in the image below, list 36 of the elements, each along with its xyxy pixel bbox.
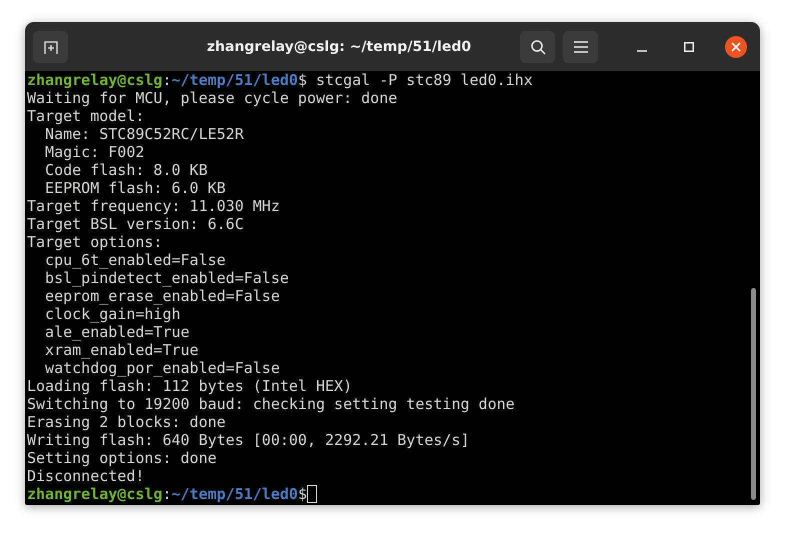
scrollbar[interactable] <box>751 288 756 500</box>
output-line: Setting options: done <box>27 449 218 467</box>
output-line: Name: STC89C52RC/LE52R <box>44 125 245 143</box>
output-line: EEPROM flash: 6.0 KB <box>44 179 227 197</box>
output-line: Target options: <box>27 233 164 251</box>
output-line: Magic: F002 <box>44 143 146 161</box>
output-line: bsl_pindetect_enabled=False <box>44 269 290 287</box>
output-line: Switching to 19200 baud: checking setting testing done <box>27 395 516 413</box>
output-line: Target frequency: 11.030 MHz <box>27 197 281 215</box>
close-button[interactable] <box>725 36 747 58</box>
output-line: Writing flash: 640 Bytes [00:00, 2292.21 Bytes/s] <box>27 431 471 449</box>
output-line: Erasing 2 blocks: done <box>27 413 227 431</box>
output-line: Disconnected! <box>27 467 146 485</box>
output-line: xram_enabled=True <box>44 341 200 359</box>
prompt-line: zhangrelay@cslg:~/temp/51/led0$ <box>27 485 758 503</box>
output-line: ale_enabled=True <box>44 323 191 341</box>
menu-icon <box>574 40 588 52</box>
new-tab-icon <box>42 38 58 54</box>
output-line: Target BSL version: 6.6C <box>27 215 245 233</box>
maximize-icon <box>684 42 694 52</box>
output-line: Code flash: 8.0 KB <box>44 161 209 179</box>
prompt-line: zhangrelay@cslg:~/temp/51/led0$ stcgal -P stc89 led0.ihx <box>27 71 534 89</box>
output-line: clock_gain=high <box>44 305 182 323</box>
close-icon <box>731 42 741 52</box>
output-line: Loading flash: 112 bytes (Intel HEX) <box>27 377 354 395</box>
search-button[interactable] <box>520 30 555 62</box>
new-tab-button[interactable] <box>33 30 68 62</box>
window-title: zhangrelay@cslg: ~/temp/51/led0 <box>206 38 472 54</box>
output-line: eeprom_erase_enabled=False <box>44 287 281 305</box>
output-line: watchdog_por_enabled=False <box>44 359 281 377</box>
search-icon <box>530 38 546 54</box>
minimize-icon <box>637 50 647 52</box>
output-line: Waiting for MCU, please cycle power: done <box>27 89 398 107</box>
output-line: Target model: <box>27 107 146 125</box>
menu-button[interactable] <box>563 30 598 62</box>
output-line: cpu_6t_enabled=False <box>44 251 227 269</box>
